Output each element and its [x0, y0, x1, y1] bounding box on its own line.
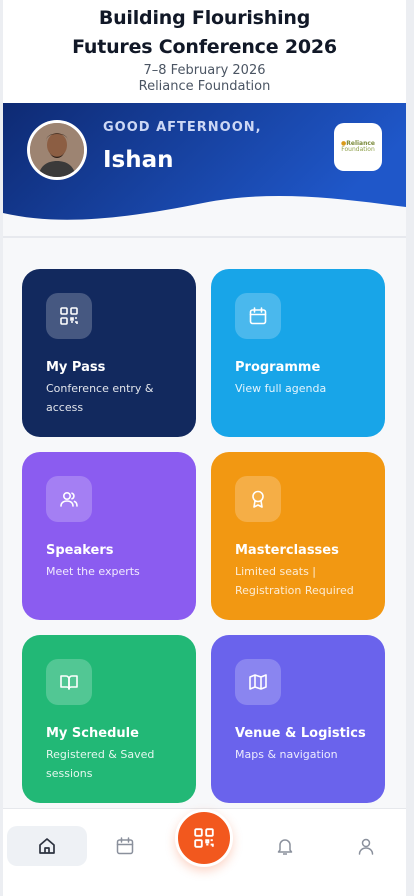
event-header: Building Flourishing Futures Conference … — [3, 0, 406, 103]
qr-code-icon — [46, 293, 92, 339]
bottom-navigation — [3, 808, 406, 896]
card-subtitle: Registered & Saved sessions — [46, 748, 155, 780]
organization-logo: ●Reliance Foundation — [334, 123, 382, 171]
event-organizer: Reliance Foundation — [138, 79, 271, 94]
masterclasses-card[interactable]: Masterclasses Limited seats | Registrati… — [211, 452, 385, 620]
nav-home-button[interactable] — [7, 826, 87, 866]
greeting-text: GOOD AFTERNOON, — [103, 120, 262, 135]
programme-card[interactable]: Programme View full agenda — [211, 269, 385, 437]
card-subtitle: Limited seats | Registration Required — [235, 565, 354, 597]
user-name: Ishan — [103, 147, 174, 173]
user-icon — [358, 838, 374, 855]
calendar-icon — [116, 837, 134, 855]
speakers-card[interactable]: Speakers Meet the experts — [22, 452, 196, 620]
card-subtitle: Maps & navigation — [235, 748, 338, 761]
card-title: Masterclasses — [235, 543, 339, 558]
book-icon — [46, 659, 92, 705]
organization-logo-icon: ●Reliance Foundation — [341, 140, 375, 153]
calendar-icon — [235, 293, 281, 339]
avatar-photo — [30, 123, 84, 177]
bell-icon — [277, 839, 293, 855]
card-title: Programme — [235, 360, 321, 375]
section-divider — [3, 236, 406, 238]
venue-logistics-card[interactable]: Venue & Logistics Maps & navigation — [211, 635, 385, 803]
card-subtitle: View full agenda — [235, 382, 327, 395]
nav-calendar-button[interactable] — [105, 826, 145, 866]
nav-profile-button[interactable] — [346, 826, 386, 866]
card-subtitle: Meet the experts — [46, 565, 140, 578]
my-pass-card[interactable]: My Pass Conference entry & access — [22, 269, 196, 437]
nav-scan-pass-button[interactable] — [175, 809, 233, 867]
card-title: Speakers — [46, 543, 114, 558]
feature-grid: My Pass Conference entry & access Progra… — [22, 269, 385, 803]
card-title: My Schedule — [46, 726, 139, 741]
card-title: My Pass — [46, 360, 106, 375]
my-schedule-card[interactable]: My Schedule Registered & Saved sessions — [22, 635, 196, 803]
event-title-line2: Futures Conference 2026 — [72, 36, 337, 58]
event-title-line1: Building Flourishing — [98, 7, 311, 29]
avatar[interactable] — [27, 120, 87, 180]
nav-notifications-button[interactable] — [265, 826, 305, 866]
event-date: 7–8 February 2026 — [143, 63, 266, 78]
home-icon — [39, 838, 55, 854]
card-title: Venue & Logistics — [235, 726, 366, 741]
qr-code-icon — [194, 828, 214, 848]
app-screen: Building Flourishing Futures Conference … — [3, 0, 406, 896]
greeting-banner: GOOD AFTERNOON, Ishan ●Reliance Foundati… — [3, 103, 406, 233]
award-icon — [235, 476, 281, 522]
card-subtitle: Conference entry & access — [46, 382, 154, 414]
map-icon — [235, 659, 281, 705]
users-icon — [46, 476, 92, 522]
